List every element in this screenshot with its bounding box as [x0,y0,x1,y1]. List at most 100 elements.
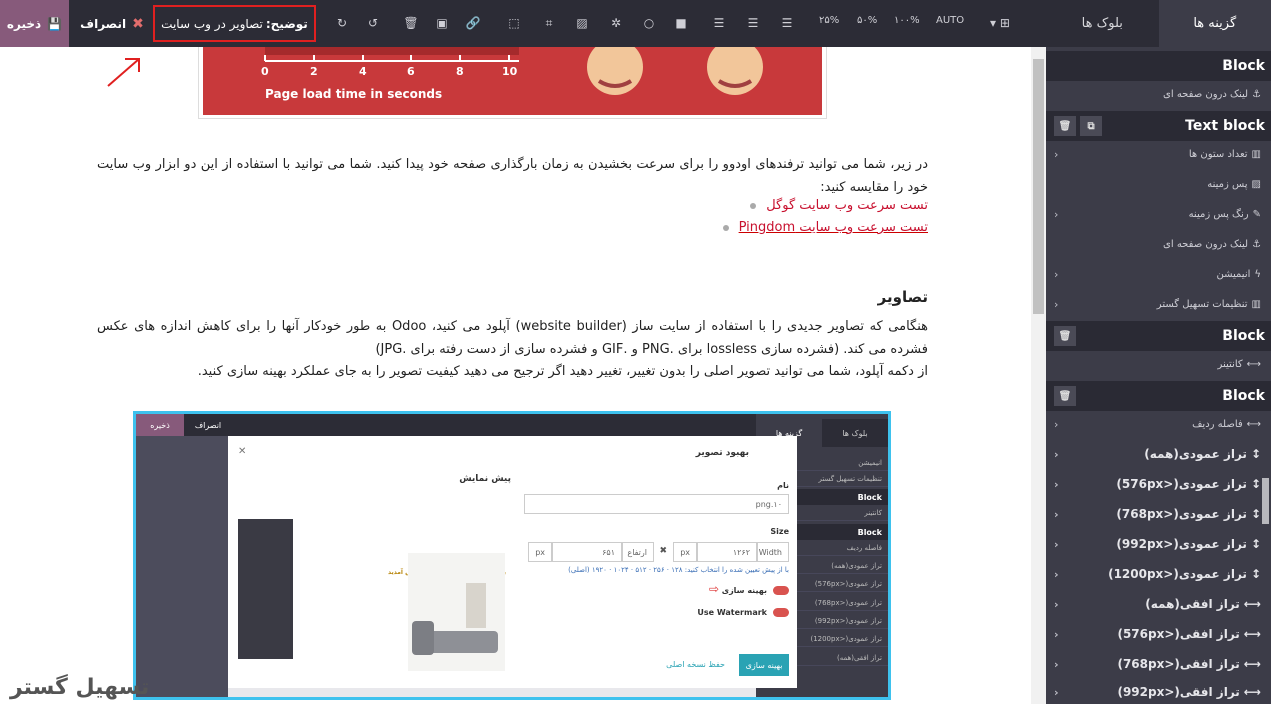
improve-image-dialog: بهبود تصویر ✕ نام png.۱۰ Size Width ۱۲۶۲… [228,436,797,688]
item-label: رنگ پس زمینه [1189,209,1249,220]
transform-icon[interactable]: ⬚ [504,13,524,33]
sidebar-item-valign-all[interactable]: ↕تراز عمودی(همه)‹ [1046,439,1271,469]
crop-icon[interactable]: ⌗ [539,13,559,33]
sidebar-item-columns[interactable]: ▥تعداد ستون ها‹ [1046,139,1271,169]
tick-4: 4 [359,65,367,78]
sidebar-item-row-gap[interactable]: ⟷فاصله ردیف‹ [1046,409,1271,439]
arrows-v-icon: ↕ [1251,567,1261,581]
embedded-screenshot[interactable]: ذخیره انصراف بلوک ها گزینه ها انیمیشن تن… [133,411,891,700]
tab-blocks[interactable]: بلوک ها [1046,0,1159,47]
chart-image: 0 2 4 6 8 10 Page load time in seconds [203,47,822,115]
sidebar-item-bg-color[interactable]: ✎ رنگ پس زمینه ‹ [1046,199,1271,229]
close-icon: ✖ [132,16,144,32]
chevron-left-icon: ‹ [1054,208,1058,221]
height-unit: px [528,542,552,562]
item-label: انیمیشن [1216,269,1250,280]
item-label: تراز افقی(<992px) [1117,685,1239,699]
discard-button[interactable]: ✖ انصراف [74,0,150,47]
tab-options[interactable]: گزینه ها [1159,0,1271,47]
images-paragraph: هنگامی که تصاویر جدیدی را با استفاده از … [97,315,928,361]
link-item-pingdom[interactable]: تست سرعت وب سایت Pingdom [723,220,928,235]
zoom-50[interactable]: ۵۰% [857,15,877,26]
gear-icon[interactable]: ✲ [606,13,626,33]
optimize-toggle [773,586,789,595]
watermark-label: Use Watermark [697,608,767,617]
tick-2: 2 [310,65,318,78]
insert-dropdown-icon[interactable]: ▾ ⊞ [986,13,1014,33]
chevron-left-icon: ‹ [1054,628,1059,641]
sidebar-tabs: گزینه ها بلوک ها [1046,0,1271,47]
align-right-icon[interactable]: ☰ [777,13,797,33]
trash-icon[interactable]: 🗑 [1054,326,1076,346]
link-pingdom[interactable]: تست سرعت وب سایت Pingdom [739,220,928,235]
sidebar-item-container[interactable]: ⟷کانتینر [1046,349,1271,379]
tick-8: 8 [456,65,464,78]
zoom-100[interactable]: ۱۰۰% [894,15,920,26]
sidebar-item-animation[interactable]: ϟ انیمیشن ‹ [1046,259,1271,289]
zoom-auto[interactable]: AUTO [936,15,964,26]
chevron-left-icon: ‹ [1054,298,1058,311]
close-icon: ✕ [238,446,246,457]
trash-icon[interactable]: 🗑 [401,13,421,33]
sidebar-item-valign-576[interactable]: ↕تراز عمودی(<576px)‹ [1046,469,1271,499]
sidebar-item-halign-576[interactable]: ⟷تراز افقی(<576px)‹ [1046,619,1271,649]
zoom-25[interactable]: ۲۵% [819,15,839,26]
eyedropper-icon: ✎ [1253,209,1261,220]
arrows-v-icon: ↕ [1251,537,1261,551]
name-label: نام [777,481,789,490]
group-title: Block 🗑 [1046,381,1271,411]
undo-icon[interactable]: ↺ [363,13,383,33]
save-button[interactable]: 💾 ذخیره [0,0,69,47]
sidebar-item-valign-768[interactable]: ↕تراز عمودی(<768px)‹ [1046,499,1271,529]
align-center-icon[interactable]: ☰ [743,13,763,33]
sidebar-item-anchor[interactable]: ⚓لینک درون صفحه ای [1046,79,1271,109]
scroll-thumb[interactable] [1033,59,1044,314]
tick-0: 0 [261,65,269,78]
link-icon[interactable]: 🔗 [463,13,483,33]
trash-icon[interactable]: 🗑 [1054,386,1076,406]
item-label: تراز عمودی(<576px) [1116,477,1247,491]
sidebar-item-halign-992[interactable]: ⟷تراز افقی(<992px)‹ [1046,677,1271,707]
watermark-toggle [773,608,789,617]
load-time-figure[interactable]: 0 2 4 6 8 10 Page load time in seconds [198,47,827,119]
chevron-left-icon: ‹ [1054,686,1059,699]
sidebar-item-valign-992[interactable]: ↕تراز عمودی(<992px)‹ [1046,529,1271,559]
sidebar-item-anchor[interactable]: ⚓لینک درون صفحه ای [1046,229,1271,259]
content-scrollbar[interactable] [1031,47,1046,704]
sidebar-item-valign-1200[interactable]: ↕تراز عمودی(<1200px)‹ [1046,559,1271,589]
width-unit: px [673,542,697,562]
square-icon[interactable]: ■ [671,13,691,33]
tick-6: 6 [407,65,415,78]
sofa-image [408,553,505,671]
sidebar-item-halign-all[interactable]: ⟷تراز افقی(همه)‹ [1046,589,1271,619]
group-title-text: Text block [1185,118,1265,134]
sidebar-item-background[interactable]: ▨پس زمینه [1046,169,1271,199]
width-field: ۱۲۶۲ [697,542,757,562]
sidebar-item-settings[interactable]: ▥تنظیمات تسهیل گستر‹ [1046,289,1271,319]
group-title: Block [1046,51,1271,81]
group-title-text: Block [1222,328,1265,344]
image-replace-icon[interactable]: ▣ [432,13,452,33]
arrows-h-icon: ⟷ [1247,419,1261,430]
picture-icon[interactable]: ▨ [572,13,592,33]
align-left-icon[interactable]: ☰ [709,13,729,33]
chevron-left-icon: ‹ [1054,268,1058,281]
dialog-title: بهبود تصویر [696,448,749,458]
circle-icon[interactable]: ○ [639,13,659,33]
trash-icon[interactable]: 🗑 [1054,116,1076,136]
chevron-left-icon: ‹ [1054,598,1059,611]
sidebar-item-halign-768[interactable]: ⟷تراز افقی(<768px)‹ [1046,649,1271,679]
chevron-left-icon: ‹ [1054,508,1059,521]
alt-value: تصاویر در وب سایت [161,17,263,31]
item-label: کانتینر [1217,359,1242,370]
section-heading: تصاویر [878,288,928,306]
image-alt-field[interactable]: توضیح: تصاویر در وب سایت [153,5,316,42]
redo-icon[interactable]: ↻ [332,13,352,33]
link-item-google[interactable]: تست سرعت وب سایت گوگل [750,198,928,213]
duplicate-icon[interactable]: ⧉ [1080,116,1102,136]
link-google[interactable]: تست سرعت وب سایت گوگل [766,198,928,213]
bolt-icon: ϟ [1254,269,1261,280]
sidebar-scroll-thumb[interactable] [1262,478,1269,524]
item-label: تنظیمات تسهیل گستر [1157,299,1248,310]
arrows-v-icon: ↕ [1251,447,1261,461]
